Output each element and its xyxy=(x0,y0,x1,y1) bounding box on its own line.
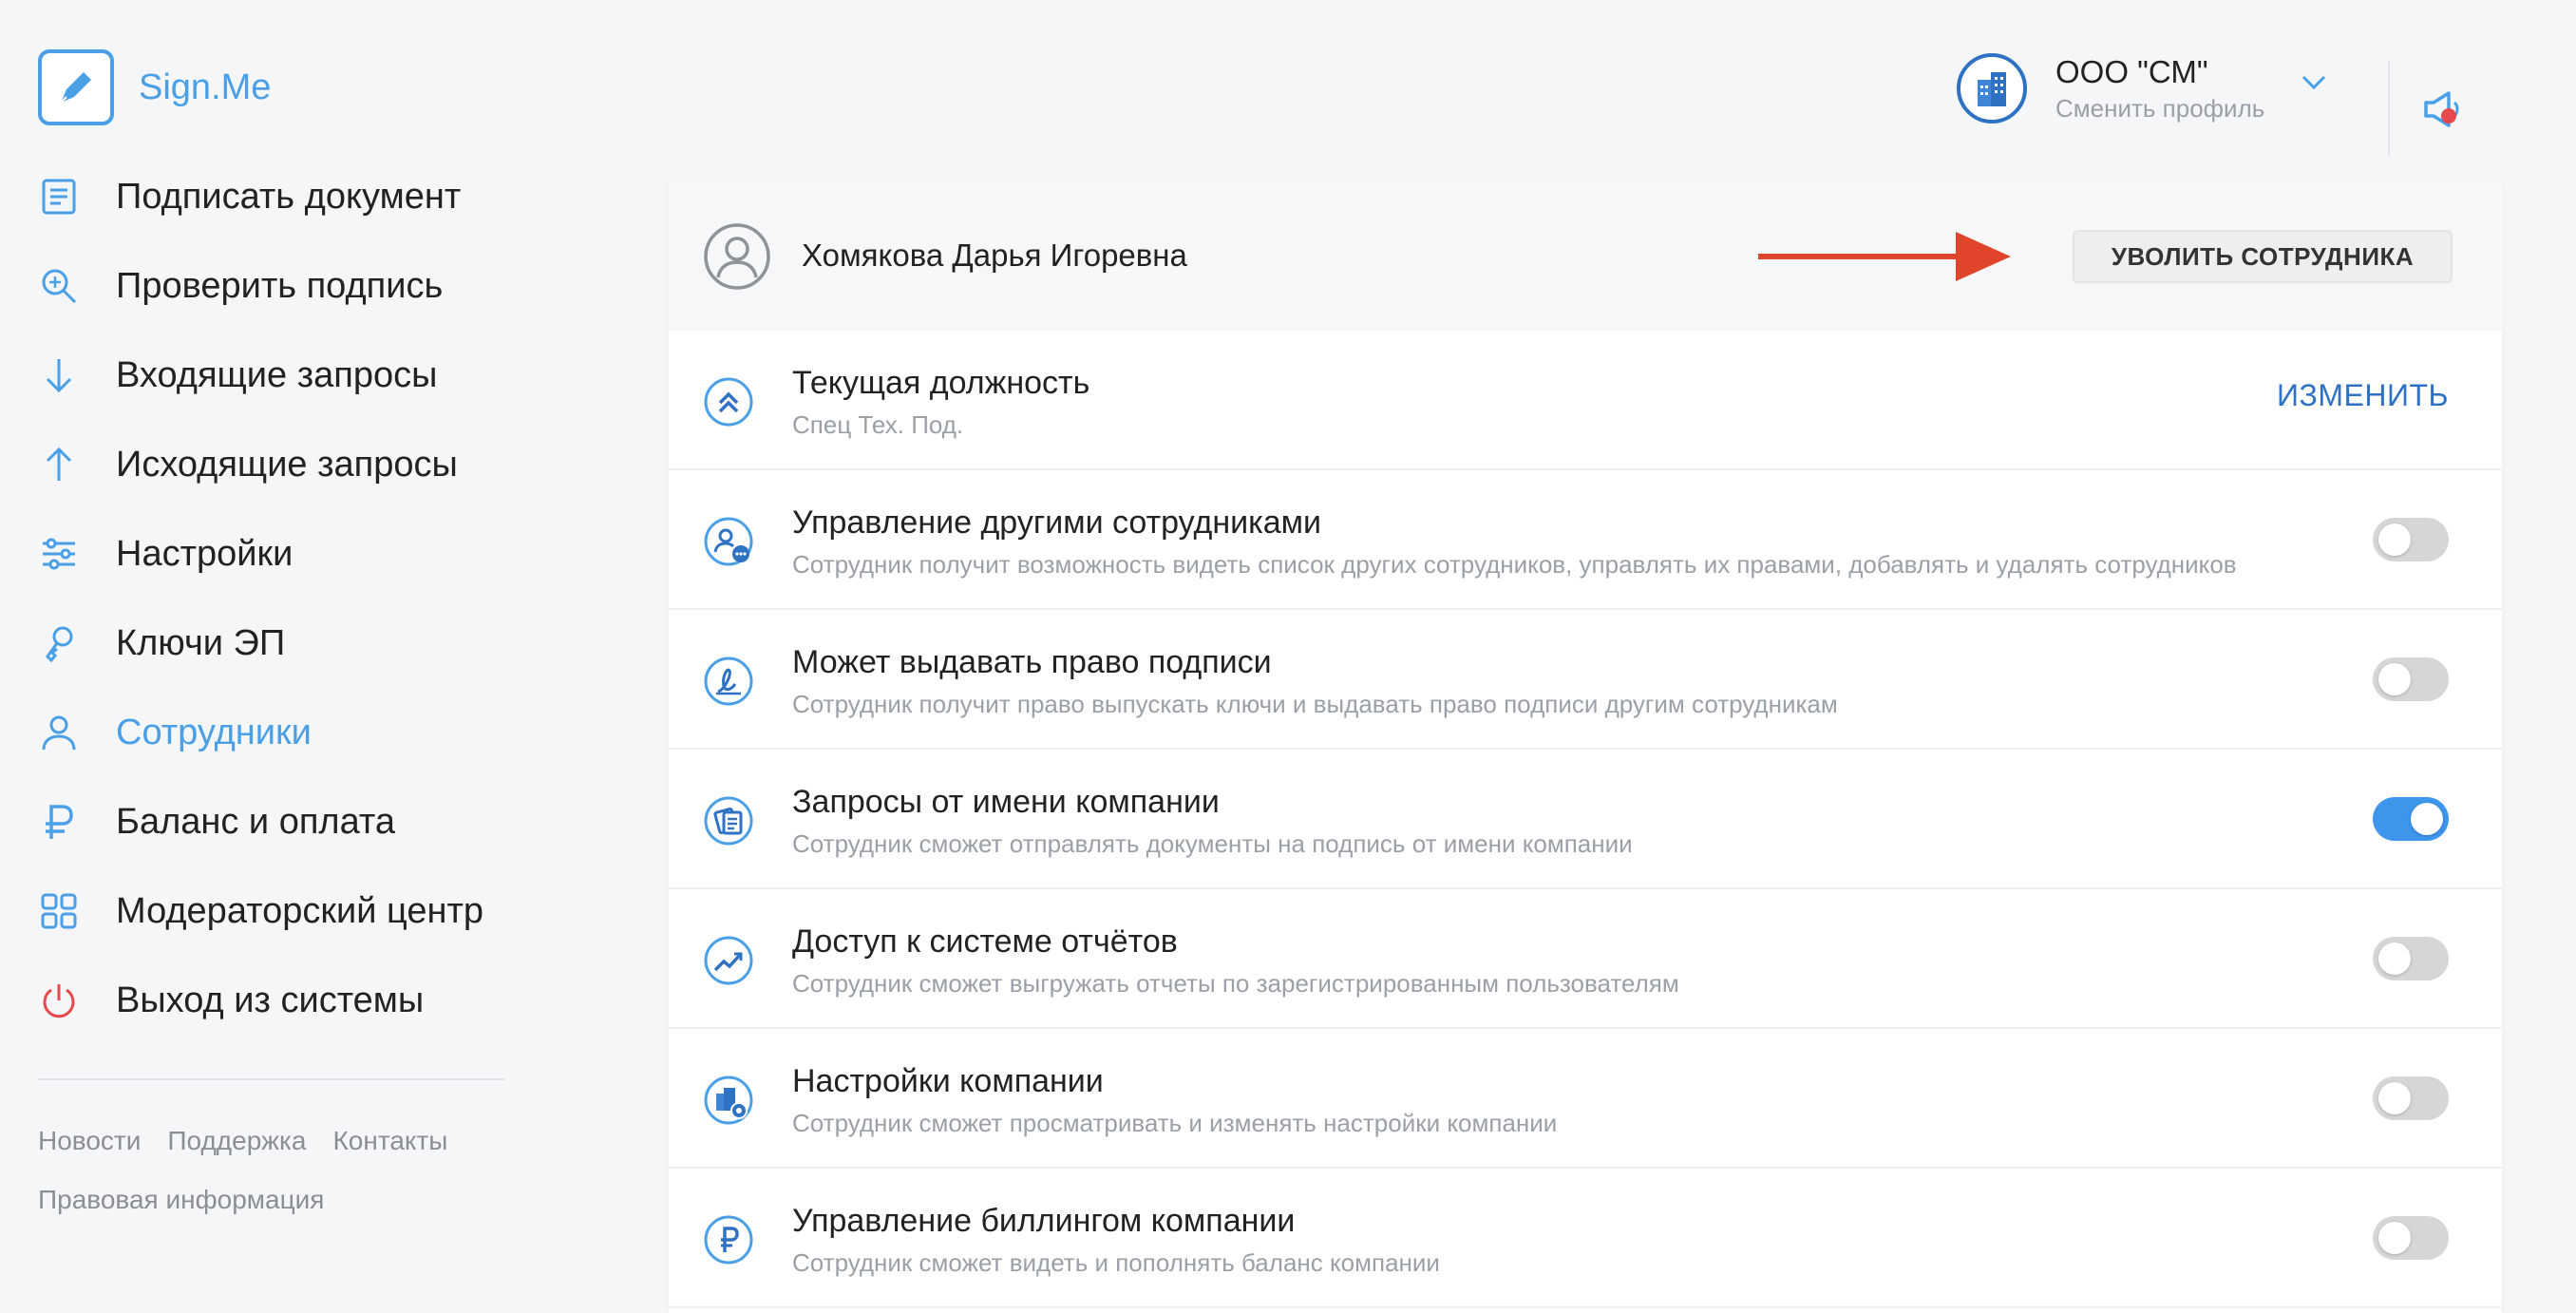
sidebar-item-label: Выход из системы xyxy=(116,980,425,1020)
toggle-knob xyxy=(2411,803,2443,835)
change-position-button[interactable]: ИЗМЕНИТЬ xyxy=(2277,378,2449,413)
org-name: ООО "СМ" xyxy=(2055,53,2208,89)
permission-row: Доступ к системе отчётов Сотрудник сможе… xyxy=(669,889,2502,1029)
sidebar-item-logout[interactable]: Выход из системы xyxy=(38,956,483,1045)
permission-row: Может выдавать право подписи Сотрудник п… xyxy=(669,610,2502,750)
logo[interactable]: Sign.Me xyxy=(38,49,271,125)
permission-toggle-company-requests[interactable] xyxy=(2373,797,2449,841)
manage-users-icon xyxy=(703,516,754,567)
permission-description: Сотрудник сможет отправлять документы на… xyxy=(792,829,1633,858)
profile-switcher[interactable]: ООО "СМ" Сменить профиль xyxy=(1957,53,2327,124)
chart-trend-icon xyxy=(703,935,754,986)
employee-name: Хомякова Дарья Игоревна xyxy=(802,238,1187,273)
sidebar-item-label: Входящие запросы xyxy=(116,354,438,395)
company-settings-icon xyxy=(703,1075,754,1126)
grid-icon xyxy=(38,890,80,932)
sidebar-item-label: Модераторский центр xyxy=(116,890,483,931)
sidebar-item-keys[interactable]: Ключи ЭП xyxy=(38,599,483,688)
ruble-icon xyxy=(38,801,80,843)
search-icon xyxy=(38,265,80,307)
toggle-knob xyxy=(2378,1082,2411,1114)
position-title: Текущая должность xyxy=(792,365,1090,401)
switch-profile-label: Сменить профиль xyxy=(2055,93,2265,123)
user-icon xyxy=(38,712,80,753)
permission-title: Запросы от имени компании xyxy=(792,784,1220,820)
profile-text: ООО "СМ" Сменить профиль xyxy=(2055,54,2264,124)
permission-description: Сотрудник получит право выпускать ключи … xyxy=(792,690,1838,718)
arrow-down-icon xyxy=(38,354,80,396)
ruble-circle-icon xyxy=(703,1214,754,1265)
permission-description: Сотрудник сможет просматривать и изменят… xyxy=(792,1109,1558,1137)
annotation-arrow xyxy=(1756,228,2013,290)
employee-card: Хомякова Дарья Игоревна УВОЛИТЬ СОТРУДНИ… xyxy=(669,182,2502,1313)
position-value: Спец Тех. Под. xyxy=(792,410,964,439)
permission-description: Сотрудник сможет видеть и пополнять бала… xyxy=(792,1248,1440,1277)
building-icon xyxy=(1957,53,2027,124)
permission-title: Настройки компании xyxy=(792,1063,1104,1099)
notifications-icon[interactable] xyxy=(2420,86,2468,138)
sidebar-item-label: Ключи ЭП xyxy=(116,622,286,663)
signature-icon xyxy=(703,656,754,707)
sidebar-item-moderator[interactable]: Модераторский центр xyxy=(38,866,483,956)
sidebar-item-settings[interactable]: Настройки xyxy=(38,509,483,599)
sidebar-item-label: Настройки xyxy=(116,533,294,574)
permission-row: Настройки компании Сотрудник сможет прос… xyxy=(669,1029,2502,1169)
permission-row: Запросы от имени компании Сотрудник смож… xyxy=(669,750,2502,889)
toggle-knob xyxy=(2378,663,2411,695)
support-link[interactable]: Поддержка xyxy=(167,1126,306,1156)
sidebar-item-employees[interactable]: Сотрудники xyxy=(38,688,483,777)
sidebar-item-label: Баланс и оплата xyxy=(116,801,395,842)
sidebar-item-verify-signature[interactable]: Проверить подпись xyxy=(38,241,483,331)
permission-description: Сотрудник получит возможность видеть спи… xyxy=(792,550,2237,579)
permission-row: Управление другими сотрудниками Сотрудни… xyxy=(669,470,2502,610)
sidebar-item-incoming[interactable]: Входящие запросы xyxy=(38,331,483,420)
permission-title: Управление биллингом компании xyxy=(792,1203,1296,1239)
permission-description: Сотрудник сможет выгружать отчеты по зар… xyxy=(792,969,1679,998)
permission-toggle-billing[interactable] xyxy=(2373,1216,2449,1260)
chevrons-up-icon xyxy=(703,376,754,428)
news-link[interactable]: Новости xyxy=(38,1126,141,1156)
permission-toggle-grant-signature[interactable] xyxy=(2373,657,2449,701)
toggle-knob xyxy=(2378,942,2411,975)
app-name: Sign.Me xyxy=(139,67,272,107)
power-icon xyxy=(38,980,80,1021)
sidebar-item-sign-document[interactable]: Подписать документ xyxy=(38,152,483,241)
chevron-down-icon[interactable] xyxy=(2301,74,2327,96)
sliders-icon xyxy=(38,533,80,575)
sidebar-item-label: Исходящие запросы xyxy=(116,444,458,485)
sidebar-divider xyxy=(38,1078,505,1080)
footer-links: Новости Поддержка Контакты Правовая инфо… xyxy=(38,1126,447,1244)
company-requests-icon xyxy=(703,795,754,847)
position-row: Текущая должность Спец Тех. Под. ИЗМЕНИТ… xyxy=(669,331,2502,470)
key-icon xyxy=(38,622,80,664)
permission-toggle-company-settings[interactable] xyxy=(2373,1076,2449,1120)
sidebar-item-balance[interactable]: Баланс и оплата xyxy=(38,777,483,866)
permission-title: Доступ к системе отчётов xyxy=(792,923,1178,960)
sidebar-nav: Подписать документ Проверить подпись Вхо… xyxy=(38,152,483,1045)
sidebar-item-label: Подписать документ xyxy=(116,176,462,217)
fire-employee-button[interactable]: УВОЛИТЬ СОТРУДНИКА xyxy=(2073,230,2453,283)
document-icon xyxy=(38,176,80,218)
topbar-divider xyxy=(2388,61,2390,156)
permission-toggle-manage-employees[interactable] xyxy=(2373,518,2449,561)
sidebar-item-label: Сотрудники xyxy=(116,712,312,752)
legal-info-link[interactable]: Правовая информация xyxy=(38,1185,324,1215)
permission-title: Управление другими сотрудниками xyxy=(792,504,1322,541)
employee-header: Хомякова Дарья Игоревна УВОЛИТЬ СОТРУДНИ… xyxy=(669,182,2502,331)
permission-title: Может выдавать право подписи xyxy=(792,644,1272,680)
pen-logo-icon xyxy=(38,49,114,125)
contacts-link[interactable]: Контакты xyxy=(332,1126,447,1156)
toggle-knob xyxy=(2378,523,2411,556)
permission-toggle-reports[interactable] xyxy=(2373,937,2449,980)
sidebar-item-label: Проверить подпись xyxy=(116,265,444,306)
toggle-knob xyxy=(2378,1222,2411,1254)
sidebar: Sign.Me Подписать документ Проверить под… xyxy=(0,0,589,1303)
avatar xyxy=(703,222,771,291)
permission-row: Управление биллингом компании Сотрудник … xyxy=(669,1169,2502,1308)
sidebar-item-outgoing[interactable]: Исходящие запросы xyxy=(38,420,483,509)
arrow-up-icon xyxy=(38,444,80,485)
